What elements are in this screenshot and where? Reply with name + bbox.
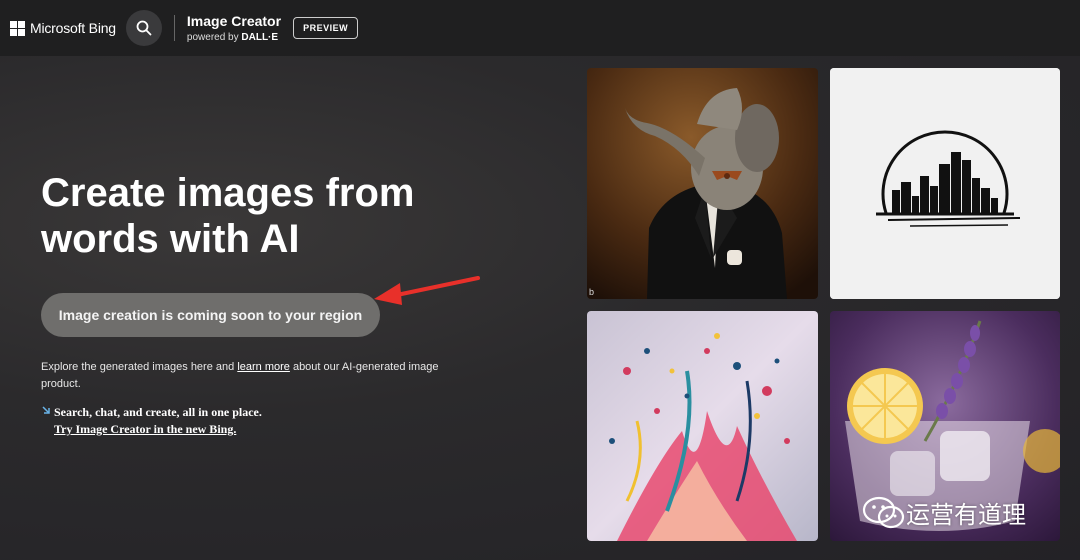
gallery-image-skyline[interactable] (830, 68, 1060, 299)
powered-by: powered by DALL·E (187, 32, 281, 43)
gallery-image-paint-splash[interactable] (587, 311, 818, 541)
new-bing-promo: Search, chat, and create, all in one pla… (41, 405, 262, 437)
promo-text: Search, chat, and create, all in one pla… (54, 405, 262, 419)
powered-brand: DALL·E (241, 32, 279, 43)
elephant-tuxedo-image (587, 68, 818, 299)
sparkle-arrow-icon (42, 406, 50, 414)
header-divider (173, 15, 175, 41)
microsoft-bing-logo[interactable]: Microsoft Bing (10, 20, 116, 36)
red-arrow-annotation (374, 276, 480, 305)
try-image-creator-link[interactable]: Try Image Creator in the new Bing. (54, 422, 262, 437)
app-title: Image Creator (186, 13, 282, 29)
image-creator-brand[interactable]: Image Creator powered by DALL·E (187, 13, 281, 43)
wechat-icon (862, 496, 905, 528)
watermark-text: 运营有道理 (906, 502, 1026, 529)
learn-more-link[interactable]: learn more (237, 361, 290, 373)
microsoft-logo-icon (10, 20, 25, 36)
preview-badge: PREVIEW (293, 17, 359, 39)
coming-soon-button[interactable]: Image creation is coming soon to your re… (41, 293, 380, 337)
paint-splash-image (587, 311, 818, 541)
explore-text: Explore the generated images here and le… (41, 359, 441, 393)
skyline-logo-image (830, 68, 1060, 299)
search-button[interactable] (125, 10, 162, 46)
bing-badge-icon: b (589, 287, 595, 297)
powered-prefix: powered by (186, 32, 242, 43)
top-bar: Microsoft Bing Image Creator powered by … (0, 0, 1080, 56)
wechat-watermark: 运营有道理 (862, 495, 1026, 530)
search-icon (136, 20, 152, 36)
page-title: Create images from words with AI (41, 171, 415, 261)
gallery-image-elephant[interactable]: b (587, 68, 818, 299)
logo-text: Microsoft Bing (30, 20, 116, 36)
explore-text-before: Explore the generated images here and (41, 361, 238, 373)
